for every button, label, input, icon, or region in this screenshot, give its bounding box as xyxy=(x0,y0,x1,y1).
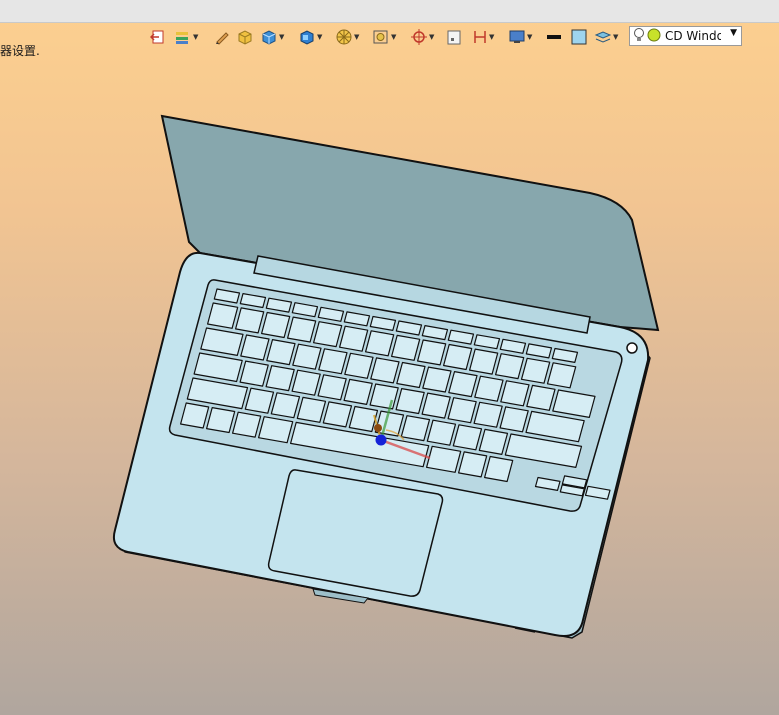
keyboard-key xyxy=(291,369,321,396)
window-title-bar xyxy=(0,0,779,23)
keyboard-key xyxy=(365,330,395,357)
keyboard-key xyxy=(473,401,503,428)
keyboard-key xyxy=(417,339,447,366)
chevron-down-icon[interactable]: ▼ xyxy=(193,33,198,41)
keyboard-key xyxy=(292,343,322,370)
triad-handle xyxy=(374,424,382,432)
color-blue-swatch[interactable] xyxy=(570,26,588,48)
scene-select-label: CD Window xyxy=(665,29,721,43)
keyboard-key xyxy=(370,357,400,384)
yellow-bulb-icon xyxy=(647,28,661,45)
keyboard-key xyxy=(317,374,347,401)
box-shaded-icon[interactable]: ▼ xyxy=(260,26,284,48)
keyboard-key xyxy=(266,339,296,366)
keyboard-key xyxy=(343,378,373,405)
keyboard-key xyxy=(526,384,556,411)
laptop-model xyxy=(112,114,660,639)
keyboard-key xyxy=(206,407,236,434)
keyboard-key xyxy=(452,424,483,451)
keyboard-key xyxy=(318,348,348,375)
keyboard-key xyxy=(395,388,425,415)
exit-icon[interactable] xyxy=(150,26,166,48)
keyboard-key xyxy=(287,316,317,343)
keyboard-key xyxy=(426,445,462,473)
color-black-swatch[interactable] xyxy=(545,26,563,48)
keyboard-key xyxy=(400,415,431,442)
keyboard-key xyxy=(396,361,426,389)
power-button xyxy=(626,342,638,354)
keyboard-key xyxy=(391,334,421,361)
chevron-down-icon[interactable]: ▼ xyxy=(354,33,359,41)
blank-page-icon[interactable] xyxy=(446,26,462,48)
keyboard-key xyxy=(478,428,509,455)
keyboard-key xyxy=(235,307,265,334)
chevron-down-icon[interactable]: ▼ xyxy=(429,33,434,41)
keyboard-key xyxy=(448,371,478,398)
keyboard-key xyxy=(348,405,379,433)
keyboard-key xyxy=(369,383,399,410)
measure-icon[interactable]: ▼ xyxy=(472,26,494,48)
keyboard-key xyxy=(344,352,374,379)
light-bulb-icon xyxy=(633,27,645,46)
keyboard-key xyxy=(426,419,457,446)
keyboard-key xyxy=(546,362,577,389)
keyboard-key xyxy=(313,321,343,348)
origin-point xyxy=(375,434,387,446)
keyboard-key xyxy=(484,455,514,483)
keyboard-key xyxy=(232,411,262,438)
3d-viewport[interactable] xyxy=(0,50,779,715)
keyboard-key xyxy=(180,402,210,429)
keyboard-key xyxy=(261,311,291,339)
snap-target-icon[interactable]: ▼ xyxy=(410,26,434,48)
keyboard-key xyxy=(422,366,452,393)
keyboard-key xyxy=(495,353,525,380)
keyboard-key xyxy=(447,397,477,424)
view-cube-icon[interactable]: ▼ xyxy=(298,26,322,48)
keyboard-key xyxy=(458,451,488,478)
box-render-icon[interactable] xyxy=(236,26,254,48)
chevron-down-icon[interactable]: ▼ xyxy=(527,33,532,41)
layer-filter-icon[interactable]: ▼ xyxy=(174,26,198,48)
keyboard-key xyxy=(474,375,504,402)
keyboard-key xyxy=(270,392,301,419)
chevron-down-icon[interactable]: ▼ xyxy=(489,33,494,41)
keyboard-key xyxy=(520,357,551,384)
chevron-down-icon[interactable]: ▼ xyxy=(317,33,322,41)
keyboard-key xyxy=(244,387,275,414)
keyboard-key xyxy=(258,416,294,444)
keyboard-key xyxy=(469,348,499,375)
pencil-icon[interactable] xyxy=(214,26,230,48)
screen-icon[interactable]: ▼ xyxy=(508,26,532,48)
keyboard-key xyxy=(339,325,369,352)
scene-select[interactable]: CD Window ▼ xyxy=(629,26,742,46)
keyboard-key xyxy=(265,365,295,392)
keyboard-key xyxy=(499,406,529,433)
layers-icon[interactable]: ▼ xyxy=(594,26,618,48)
view-fit-icon[interactable]: ▼ xyxy=(372,26,396,48)
keyboard-key xyxy=(443,343,473,371)
chevron-down-icon[interactable]: ▼ xyxy=(613,33,618,41)
chevron-down-icon[interactable]: ▼ xyxy=(391,33,396,41)
wheel-icon[interactable]: ▼ xyxy=(335,26,359,48)
keyboard-key xyxy=(421,392,451,419)
keyboard-key xyxy=(240,334,270,361)
keyboard-key xyxy=(500,380,530,407)
keyboard-key xyxy=(322,401,353,428)
keyboard-key xyxy=(296,396,327,423)
keyboard-key xyxy=(239,360,269,387)
keyboard-key xyxy=(207,302,239,329)
chevron-down-icon[interactable]: ▼ xyxy=(279,33,284,41)
chevron-down-icon[interactable]: ▼ xyxy=(730,28,737,38)
